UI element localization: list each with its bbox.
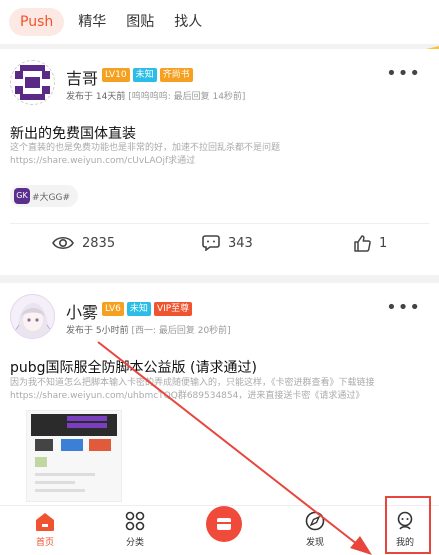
post-desc-line: https://share.weiyun.com/uhbmcTQQ群689534…	[10, 391, 365, 401]
comment-icon	[202, 235, 220, 251]
post-meta: 发布于 14天前 [呜呜呜呜: 最后回复 14秒前]	[66, 89, 245, 102]
post-meta: 发布于 5小时前 [西一: 最后回复 20秒前]	[66, 323, 231, 336]
publish-icon	[217, 518, 231, 530]
gender-badge: 未知	[126, 302, 151, 316]
tag-text: #大GG#	[32, 192, 71, 203]
grid-icon	[125, 511, 145, 531]
level-badge: LV6	[102, 302, 124, 316]
avatar[interactable]	[10, 294, 55, 339]
post-card[interactable]: 小雾 LV6 未知 VIP至尊 发布于 5小时前 [西一: 最后回复 20秒前]…	[0, 283, 439, 505]
eye-icon	[52, 236, 74, 250]
topic-tag[interactable]: GK #大GG#	[10, 185, 79, 207]
post-title[interactable]: pubg国际服全防脚本公益版 (请求通过)	[10, 357, 257, 377]
username[interactable]: 吉哥	[66, 65, 98, 89]
likes-stat[interactable]: 1	[354, 235, 387, 252]
avatar-anime-image	[11, 295, 54, 338]
user-badges: LV6 未知 VIP至尊	[102, 302, 193, 316]
app-root: Push 精华 图贴 找人 吉哥 LV10 未知 齐尚书 发布于 14天前 [呜…	[0, 0, 439, 555]
vip-badge: VIP至尊	[153, 302, 193, 316]
publish-time: 发布于 5小时前	[66, 326, 129, 336]
avatar[interactable]	[10, 60, 55, 105]
top-tab-bar: Push 精华 图贴 找人	[0, 0, 439, 44]
profile-icon	[397, 511, 413, 530]
post-desc-line: https://share.weiyun.com/cUvLAOjf求通过	[10, 156, 196, 166]
publish-time: 发布于 14天前	[66, 92, 126, 102]
views-count: 2835	[82, 235, 116, 251]
gender-badge: 未知	[132, 68, 157, 82]
nav-home-label: 首页	[35, 538, 54, 548]
last-reply: [西一: 最后回复 20秒前]	[131, 326, 231, 336]
more-options-icon[interactable]: •••	[386, 63, 421, 84]
bottom-nav: 首页 分类 发现 我的	[0, 505, 439, 555]
thumbs-up-icon	[354, 235, 371, 252]
home-icon	[36, 513, 54, 531]
username[interactable]: 小雾	[66, 299, 98, 323]
more-options-icon[interactable]: •••	[386, 297, 421, 318]
tag-logo-icon: GK	[14, 188, 30, 204]
post-desc-line: 因为我不知道怎么把脚本输入卡密的弄成随便输入的，只能这样，《卡密进群查看》下载链…	[10, 378, 375, 388]
nav-discover[interactable]: 发现	[285, 506, 345, 555]
avatar-pixel-image	[11, 61, 54, 104]
nav-discover-label: 发现	[305, 538, 324, 548]
user-badges: LV10 未知 齐尚书	[102, 68, 193, 82]
tab-featured[interactable]: 精华	[78, 8, 106, 36]
views-stat[interactable]: 2835	[52, 235, 115, 251]
comments-stat[interactable]: 343	[202, 235, 253, 251]
comments-count: 343	[228, 235, 253, 251]
screenshot-thumbnail-image	[27, 411, 121, 501]
level-badge: LV10	[102, 68, 130, 82]
last-reply: [呜呜呜呜: 最后回复 14秒前]	[128, 92, 246, 102]
post-desc-line: 这个直装的也是免费功能也是非常的好，加速不拉回乱杀都不是问题	[10, 143, 281, 153]
nav-profile[interactable]: 我的	[375, 506, 435, 555]
nav-category[interactable]: 分类	[105, 506, 165, 555]
post-card[interactable]: 吉哥 LV10 未知 齐尚书 发布于 14天前 [呜呜呜呜: 最后回复 14秒前…	[0, 49, 439, 275]
post-title[interactable]: 新出的免费国体直装	[10, 123, 136, 143]
nav-profile-label: 我的	[395, 538, 414, 548]
discover-icon	[305, 511, 325, 531]
tab-push[interactable]: Push	[9, 8, 65, 36]
nav-category-label: 分类	[125, 538, 144, 548]
publish-button[interactable]	[206, 506, 242, 542]
tab-find-people[interactable]: 找人	[174, 8, 202, 36]
title-badge: 齐尚书	[159, 68, 193, 82]
nav-home[interactable]: 首页	[15, 506, 75, 555]
tab-image-posts[interactable]: 图贴	[126, 8, 154, 36]
post-image-thumbnail[interactable]	[26, 410, 122, 502]
divider	[10, 223, 429, 224]
likes-count: 1	[379, 236, 388, 251]
